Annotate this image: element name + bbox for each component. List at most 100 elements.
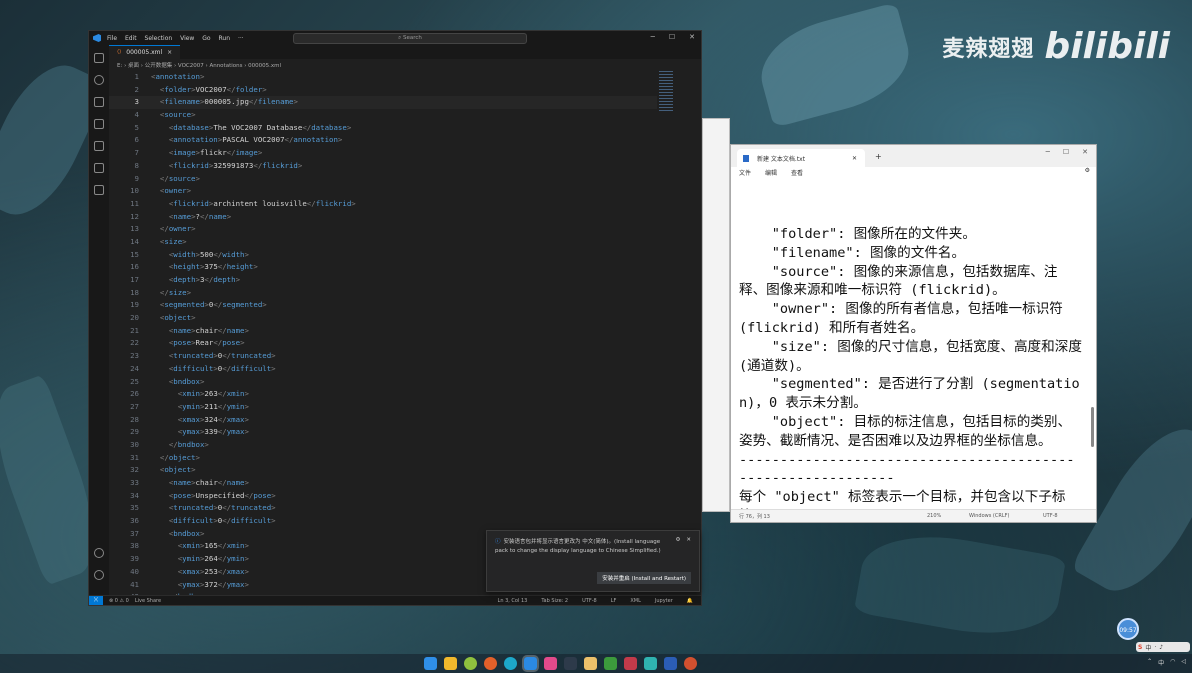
- code-line[interactable]: 23 <truncated>0</truncated>: [109, 350, 657, 363]
- start-windows-icon[interactable]: [424, 657, 437, 670]
- live-share-icon[interactable]: [94, 163, 104, 173]
- word-icon[interactable]: [664, 657, 677, 670]
- end-of-line[interactable]: LF: [611, 598, 617, 604]
- code-line[interactable]: 28 <xmax>324</xmax>: [109, 414, 657, 427]
- code-line[interactable]: 13 </owner>: [109, 223, 657, 236]
- menu-file[interactable]: 文件: [739, 168, 751, 177]
- menu-edit[interactable]: Edit: [125, 35, 137, 42]
- menu-view[interactable]: View: [180, 35, 194, 42]
- code-line[interactable]: 9 </source>: [109, 173, 657, 186]
- background-window[interactable]: [702, 118, 730, 512]
- notepad-tab-close-icon[interactable]: ✕: [852, 155, 857, 162]
- code-line[interactable]: 2 <folder>VOC2007</folder>: [109, 84, 657, 97]
- code-line[interactable]: 22 <pose>Rear</pose>: [109, 337, 657, 350]
- breadcrumb[interactable]: E: › 桌面 › 公开数据集 › VOC2007 › Annotations …: [117, 61, 281, 69]
- pink-app-icon[interactable]: [544, 657, 557, 670]
- code-line[interactable]: 5 <database>The VOC2007 Database</databa…: [109, 122, 657, 135]
- tray-chevron-icon[interactable]: ⌃: [1147, 658, 1152, 667]
- code-editor[interactable]: 1 <annotation> 2 <folder>VOC2007</folder> 3…: [109, 71, 657, 601]
- green-app-icon[interactable]: [604, 657, 617, 670]
- tab-close-icon[interactable]: ×: [167, 46, 172, 59]
- file-encoding[interactable]: UTF-8: [582, 598, 597, 604]
- notepad-taskbar-icon[interactable]: [584, 657, 597, 670]
- notification-settings-gear-icon[interactable]: ⚙: [675, 537, 680, 543]
- wifi-icon[interactable]: ◠: [1170, 658, 1175, 667]
- cursor-position[interactable]: Ln 3, Col 13: [498, 598, 528, 604]
- language-mode[interactable]: XML: [630, 598, 641, 604]
- code-line[interactable]: 15 <width>500</width>: [109, 249, 657, 262]
- settings-gear-icon[interactable]: [94, 570, 104, 580]
- code-line[interactable]: 34 <pose>Unspecified</pose>: [109, 490, 657, 503]
- code-line[interactable]: 36 <difficult>0</difficult>: [109, 515, 657, 528]
- code-line[interactable]: 19 <segmented>0</segmented>: [109, 299, 657, 312]
- code-line[interactable]: 25 <bndbox>: [109, 376, 657, 389]
- vscode-taskbar-icon[interactable]: [522, 655, 539, 672]
- code-line[interactable]: 26 <xmin>263</xmin>: [109, 388, 657, 401]
- code-line[interactable]: 8 <flickrid>325991873</flickrid>: [109, 160, 657, 173]
- problems-count[interactable]: ⊗ 0 ⚠ 0: [109, 598, 129, 604]
- app-circle-icon[interactable]: [464, 657, 477, 670]
- code-line[interactable]: 10 <owner>: [109, 185, 657, 198]
- testing-icon[interactable]: [94, 185, 104, 195]
- menu-edit[interactable]: 编辑: [765, 168, 777, 177]
- code-line[interactable]: 12 <name>?</name>: [109, 211, 657, 224]
- tray-language[interactable]: 中: [1158, 658, 1164, 667]
- menu-view[interactable]: 查看: [791, 168, 803, 177]
- code-line[interactable]: 35 <truncated>0</truncated>: [109, 502, 657, 515]
- code-line[interactable]: 33 <name>chair</name>: [109, 477, 657, 490]
- jupyter-status[interactable]: Jupyter: [655, 598, 673, 604]
- code-line[interactable]: 21 <name>chair</name>: [109, 325, 657, 338]
- code-line[interactable]: 32 <object>: [109, 464, 657, 477]
- notepad-text-area[interactable]: "folder": 图像所在的文件夹。 "filename": 图像的文件名。 …: [739, 225, 1082, 510]
- settings-gear-icon[interactable]: ⚙: [1085, 167, 1090, 174]
- powerpoint-icon[interactable]: [684, 657, 697, 670]
- code-line[interactable]: 29 <ymax>339</ymax>: [109, 426, 657, 439]
- code-line[interactable]: 31 </object>: [109, 452, 657, 465]
- notepad-tab[interactable]: 新建 文本文档.txt ✕: [737, 149, 865, 167]
- explorer-icon[interactable]: [94, 53, 104, 63]
- command-search-box[interactable]: ⌕ Search: [293, 33, 527, 44]
- code-line[interactable]: 18 </size>: [109, 287, 657, 300]
- menu-go[interactable]: Go: [202, 35, 210, 42]
- code-line[interactable]: 30 </bndbox>: [109, 439, 657, 452]
- menu-file[interactable]: File: [107, 35, 117, 42]
- code-line[interactable]: 6 <annotation>PASCAL VOC2007</annotation…: [109, 134, 657, 147]
- notepad-scrollbar[interactable]: [1091, 407, 1094, 447]
- menu-selection[interactable]: Selection: [145, 35, 173, 42]
- menu-more[interactable]: ···: [238, 35, 244, 42]
- tab-size[interactable]: Tab Size: 2: [541, 598, 568, 604]
- new-tab-plus-icon[interactable]: +: [875, 152, 882, 161]
- notifications-bell-icon[interactable]: 🔔: [687, 598, 693, 604]
- menu-run[interactable]: Run: [219, 35, 231, 42]
- install-and-restart-button[interactable]: 安装并重启 (Install and Restart): [597, 572, 691, 584]
- red-app-icon[interactable]: [624, 657, 637, 670]
- edge-icon[interactable]: [504, 657, 517, 670]
- extensions-icon[interactable]: [94, 97, 104, 107]
- account-icon[interactable]: [94, 548, 104, 558]
- dark-app-icon[interactable]: [564, 657, 577, 670]
- code-line[interactable]: 17 <depth>3</depth>: [109, 274, 657, 287]
- code-line[interactable]: 7 <image>flickr</image>: [109, 147, 657, 160]
- code-line[interactable]: 4 <source>: [109, 109, 657, 122]
- live-share-button[interactable]: Live Share: [135, 598, 161, 604]
- code-line[interactable]: 24 <difficult>0</difficult>: [109, 363, 657, 376]
- code-line[interactable]: 11 <flickrid>archintent louisville</flic…: [109, 198, 657, 211]
- code-line[interactable]: 20 <object>: [109, 312, 657, 325]
- remote-indicator-icon[interactable]: ⟩⟨: [89, 596, 103, 605]
- remote-explorer-icon[interactable]: [94, 141, 104, 151]
- tab-000005-xml[interactable]: ⟨⟩ 000005.xml ×: [109, 45, 181, 59]
- volume-icon[interactable]: ◁: [1181, 658, 1186, 667]
- minimize-icon[interactable]: ─: [651, 33, 655, 41]
- close-icon[interactable]: ✕: [1082, 148, 1088, 156]
- maximize-icon[interactable]: ☐: [1063, 148, 1069, 156]
- code-line[interactable]: 14 <size>: [109, 236, 657, 249]
- code-line[interactable]: 3 <filename>000005.jpg</filename>: [109, 96, 657, 110]
- close-icon[interactable]: ✕: [689, 33, 695, 41]
- file-explorer-icon[interactable]: [444, 657, 457, 670]
- search-icon[interactable]: [94, 75, 104, 85]
- firefox-icon[interactable]: [484, 657, 497, 670]
- minimap[interactable]: [659, 71, 673, 111]
- code-line[interactable]: 27 <ymin>211</ymin>: [109, 401, 657, 414]
- run-debug-icon[interactable]: [94, 119, 104, 129]
- code-line[interactable]: 1 <annotation>: [109, 71, 657, 84]
